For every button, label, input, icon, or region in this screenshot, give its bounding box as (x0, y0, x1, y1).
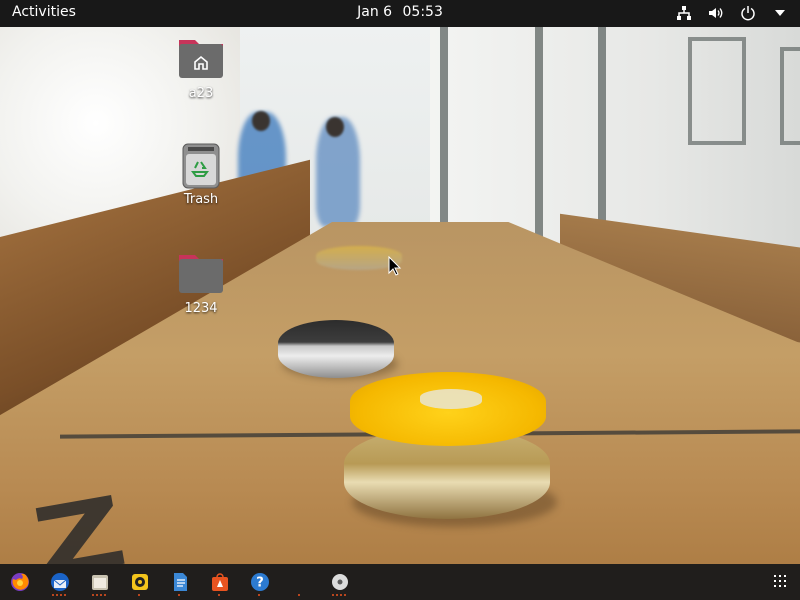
desktop-wallpaper: Z (0, 27, 800, 564)
files-icon (92, 575, 108, 590)
dock-running-indicator (258, 594, 260, 597)
svg-text:?: ? (256, 576, 264, 591)
dock-software[interactable] (208, 570, 232, 594)
desktop-icon-home[interactable]: a23 (161, 36, 241, 101)
thunderbird-icon (51, 573, 69, 591)
dock-rhythmbox[interactable] (128, 570, 152, 594)
network-icon[interactable] (674, 3, 694, 23)
desktop-icon-label: a23 (188, 86, 214, 101)
clock-date: Jan 6 (357, 4, 393, 20)
software-center-icon (212, 573, 228, 591)
dock-running-indicator (178, 594, 180, 597)
dock-running-indicator (332, 594, 346, 597)
show-applications-icon[interactable] (774, 575, 786, 587)
disc-icon (332, 574, 348, 590)
volume-icon[interactable] (706, 3, 726, 23)
desktop-icon-label: Trash (183, 192, 219, 207)
dock-firefox[interactable] (8, 570, 32, 594)
dock-help[interactable]: ? (248, 570, 272, 594)
dock-running-indicator (218, 594, 220, 597)
system-menu-arrow-icon[interactable] (770, 3, 790, 23)
home-folder-icon (177, 36, 225, 84)
dock-running-indicator (52, 594, 66, 597)
help-icon: ? (251, 573, 269, 591)
trash-icon (177, 142, 225, 190)
libreoffice-writer-icon (174, 573, 187, 591)
system-tray[interactable] (674, 3, 790, 23)
rhythmbox-icon (132, 574, 148, 590)
dock-writer[interactable] (168, 570, 192, 594)
folder-icon (177, 251, 225, 299)
dock-disc[interactable] (328, 570, 352, 594)
dock-running-indicator (298, 594, 300, 597)
dock: ? (0, 564, 800, 600)
dock-files[interactable] (88, 570, 112, 594)
mouse-cursor-icon (388, 256, 402, 276)
desktop-icon-trash[interactable]: Trash (161, 142, 241, 207)
dock-running-indicator (92, 594, 106, 597)
desktop-icon-folder[interactable]: 1234 (161, 251, 241, 316)
firefox-icon (11, 573, 29, 591)
dock-running-indicator (138, 594, 140, 597)
desktop-icon-label: 1234 (184, 301, 218, 316)
dock-thunderbird[interactable] (48, 570, 72, 594)
clock-time: 05:53 (402, 4, 443, 20)
top-bar: Activities Jan 6 05:53 (0, 0, 800, 27)
power-icon[interactable] (738, 3, 758, 23)
